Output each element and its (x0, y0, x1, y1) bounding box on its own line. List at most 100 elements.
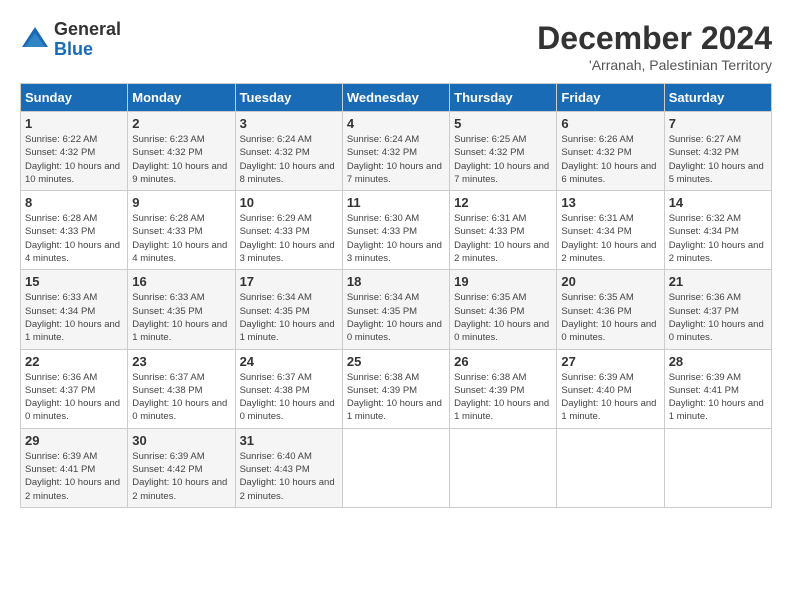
calendar-cell: 24 Sunrise: 6:37 AM Sunset: 4:38 PM Dayl… (235, 349, 342, 428)
calendar-cell: 1 Sunrise: 6:22 AM Sunset: 4:32 PM Dayli… (21, 112, 128, 191)
calendar-cell: 20 Sunrise: 6:35 AM Sunset: 4:36 PM Dayl… (557, 270, 664, 349)
calendar-cell: 21 Sunrise: 6:36 AM Sunset: 4:37 PM Dayl… (664, 270, 771, 349)
day-info: Sunrise: 6:23 AM Sunset: 4:32 PM Dayligh… (132, 133, 230, 186)
day-number: 8 (25, 195, 123, 210)
calendar-cell: 31 Sunrise: 6:40 AM Sunset: 4:43 PM Dayl… (235, 428, 342, 507)
calendar-cell: 29 Sunrise: 6:39 AM Sunset: 4:41 PM Dayl… (21, 428, 128, 507)
day-number: 27 (561, 354, 659, 369)
calendar-cell (342, 428, 449, 507)
day-info: Sunrise: 6:39 AM Sunset: 4:41 PM Dayligh… (669, 371, 767, 424)
header-sunday: Sunday (21, 84, 128, 112)
day-number: 19 (454, 274, 552, 289)
day-info: Sunrise: 6:31 AM Sunset: 4:34 PM Dayligh… (561, 212, 659, 265)
day-number: 18 (347, 274, 445, 289)
day-info: Sunrise: 6:40 AM Sunset: 4:43 PM Dayligh… (240, 450, 338, 503)
title-block: December 2024 'Arranah, Palestinian Terr… (537, 20, 772, 73)
day-info: Sunrise: 6:33 AM Sunset: 4:34 PM Dayligh… (25, 291, 123, 344)
calendar-cell: 8 Sunrise: 6:28 AM Sunset: 4:33 PM Dayli… (21, 191, 128, 270)
calendar-cell: 23 Sunrise: 6:37 AM Sunset: 4:38 PM Dayl… (128, 349, 235, 428)
calendar-week-2: 8 Sunrise: 6:28 AM Sunset: 4:33 PM Dayli… (21, 191, 772, 270)
day-info: Sunrise: 6:35 AM Sunset: 4:36 PM Dayligh… (454, 291, 552, 344)
calendar-cell: 11 Sunrise: 6:30 AM Sunset: 4:33 PM Dayl… (342, 191, 449, 270)
day-number: 2 (132, 116, 230, 131)
day-number: 13 (561, 195, 659, 210)
calendar-cell: 19 Sunrise: 6:35 AM Sunset: 4:36 PM Dayl… (450, 270, 557, 349)
day-info: Sunrise: 6:36 AM Sunset: 4:37 PM Dayligh… (25, 371, 123, 424)
calendar-cell: 7 Sunrise: 6:27 AM Sunset: 4:32 PM Dayli… (664, 112, 771, 191)
calendar-cell: 5 Sunrise: 6:25 AM Sunset: 4:32 PM Dayli… (450, 112, 557, 191)
day-number: 10 (240, 195, 338, 210)
calendar-header-row: SundayMondayTuesdayWednesdayThursdayFrid… (21, 84, 772, 112)
calendar-cell: 26 Sunrise: 6:38 AM Sunset: 4:39 PM Dayl… (450, 349, 557, 428)
day-info: Sunrise: 6:37 AM Sunset: 4:38 PM Dayligh… (240, 371, 338, 424)
day-number: 22 (25, 354, 123, 369)
logo-blue-text: Blue (54, 40, 121, 60)
calendar-cell: 27 Sunrise: 6:39 AM Sunset: 4:40 PM Dayl… (557, 349, 664, 428)
day-info: Sunrise: 6:26 AM Sunset: 4:32 PM Dayligh… (561, 133, 659, 186)
calendar-table: SundayMondayTuesdayWednesdayThursdayFrid… (20, 83, 772, 508)
calendar-week-4: 22 Sunrise: 6:36 AM Sunset: 4:37 PM Dayl… (21, 349, 772, 428)
day-number: 23 (132, 354, 230, 369)
day-info: Sunrise: 6:38 AM Sunset: 4:39 PM Dayligh… (454, 371, 552, 424)
day-info: Sunrise: 6:35 AM Sunset: 4:36 PM Dayligh… (561, 291, 659, 344)
logo-general: General (54, 20, 121, 40)
day-info: Sunrise: 6:39 AM Sunset: 4:40 PM Dayligh… (561, 371, 659, 424)
day-info: Sunrise: 6:30 AM Sunset: 4:33 PM Dayligh… (347, 212, 445, 265)
day-number: 6 (561, 116, 659, 131)
day-number: 28 (669, 354, 767, 369)
month-title: December 2024 (537, 20, 772, 57)
calendar-cell: 3 Sunrise: 6:24 AM Sunset: 4:32 PM Dayli… (235, 112, 342, 191)
day-number: 5 (454, 116, 552, 131)
logo-text: General Blue (54, 20, 121, 60)
day-number: 14 (669, 195, 767, 210)
day-info: Sunrise: 6:28 AM Sunset: 4:33 PM Dayligh… (132, 212, 230, 265)
day-number: 25 (347, 354, 445, 369)
day-info: Sunrise: 6:24 AM Sunset: 4:32 PM Dayligh… (240, 133, 338, 186)
calendar-cell (557, 428, 664, 507)
day-number: 15 (25, 274, 123, 289)
calendar-cell: 18 Sunrise: 6:34 AM Sunset: 4:35 PM Dayl… (342, 270, 449, 349)
calendar-cell: 16 Sunrise: 6:33 AM Sunset: 4:35 PM Dayl… (128, 270, 235, 349)
day-info: Sunrise: 6:24 AM Sunset: 4:32 PM Dayligh… (347, 133, 445, 186)
day-number: 21 (669, 274, 767, 289)
header-monday: Monday (128, 84, 235, 112)
day-info: Sunrise: 6:28 AM Sunset: 4:33 PM Dayligh… (25, 212, 123, 265)
day-info: Sunrise: 6:39 AM Sunset: 4:42 PM Dayligh… (132, 450, 230, 503)
logo: General Blue (20, 20, 121, 60)
calendar-cell: 14 Sunrise: 6:32 AM Sunset: 4:34 PM Dayl… (664, 191, 771, 270)
day-info: Sunrise: 6:27 AM Sunset: 4:32 PM Dayligh… (669, 133, 767, 186)
page-header: General Blue December 2024 'Arranah, Pal… (20, 20, 772, 73)
calendar-cell: 25 Sunrise: 6:38 AM Sunset: 4:39 PM Dayl… (342, 349, 449, 428)
calendar-cell (450, 428, 557, 507)
day-number: 24 (240, 354, 338, 369)
calendar-week-1: 1 Sunrise: 6:22 AM Sunset: 4:32 PM Dayli… (21, 112, 772, 191)
calendar-cell: 13 Sunrise: 6:31 AM Sunset: 4:34 PM Dayl… (557, 191, 664, 270)
day-info: Sunrise: 6:31 AM Sunset: 4:33 PM Dayligh… (454, 212, 552, 265)
header-friday: Friday (557, 84, 664, 112)
day-number: 31 (240, 433, 338, 448)
day-number: 7 (669, 116, 767, 131)
day-info: Sunrise: 6:33 AM Sunset: 4:35 PM Dayligh… (132, 291, 230, 344)
location-title: 'Arranah, Palestinian Territory (537, 57, 772, 73)
calendar-cell: 4 Sunrise: 6:24 AM Sunset: 4:32 PM Dayli… (342, 112, 449, 191)
day-number: 9 (132, 195, 230, 210)
calendar-cell: 17 Sunrise: 6:34 AM Sunset: 4:35 PM Dayl… (235, 270, 342, 349)
calendar-week-3: 15 Sunrise: 6:33 AM Sunset: 4:34 PM Dayl… (21, 270, 772, 349)
day-info: Sunrise: 6:25 AM Sunset: 4:32 PM Dayligh… (454, 133, 552, 186)
calendar-cell: 6 Sunrise: 6:26 AM Sunset: 4:32 PM Dayli… (557, 112, 664, 191)
day-info: Sunrise: 6:34 AM Sunset: 4:35 PM Dayligh… (240, 291, 338, 344)
day-number: 30 (132, 433, 230, 448)
calendar-cell: 2 Sunrise: 6:23 AM Sunset: 4:32 PM Dayli… (128, 112, 235, 191)
calendar-cell (664, 428, 771, 507)
day-number: 29 (25, 433, 123, 448)
day-info: Sunrise: 6:29 AM Sunset: 4:33 PM Dayligh… (240, 212, 338, 265)
day-number: 20 (561, 274, 659, 289)
day-number: 1 (25, 116, 123, 131)
day-info: Sunrise: 6:37 AM Sunset: 4:38 PM Dayligh… (132, 371, 230, 424)
day-number: 11 (347, 195, 445, 210)
calendar-cell: 12 Sunrise: 6:31 AM Sunset: 4:33 PM Dayl… (450, 191, 557, 270)
calendar-cell: 10 Sunrise: 6:29 AM Sunset: 4:33 PM Dayl… (235, 191, 342, 270)
day-number: 26 (454, 354, 552, 369)
day-info: Sunrise: 6:38 AM Sunset: 4:39 PM Dayligh… (347, 371, 445, 424)
day-number: 16 (132, 274, 230, 289)
